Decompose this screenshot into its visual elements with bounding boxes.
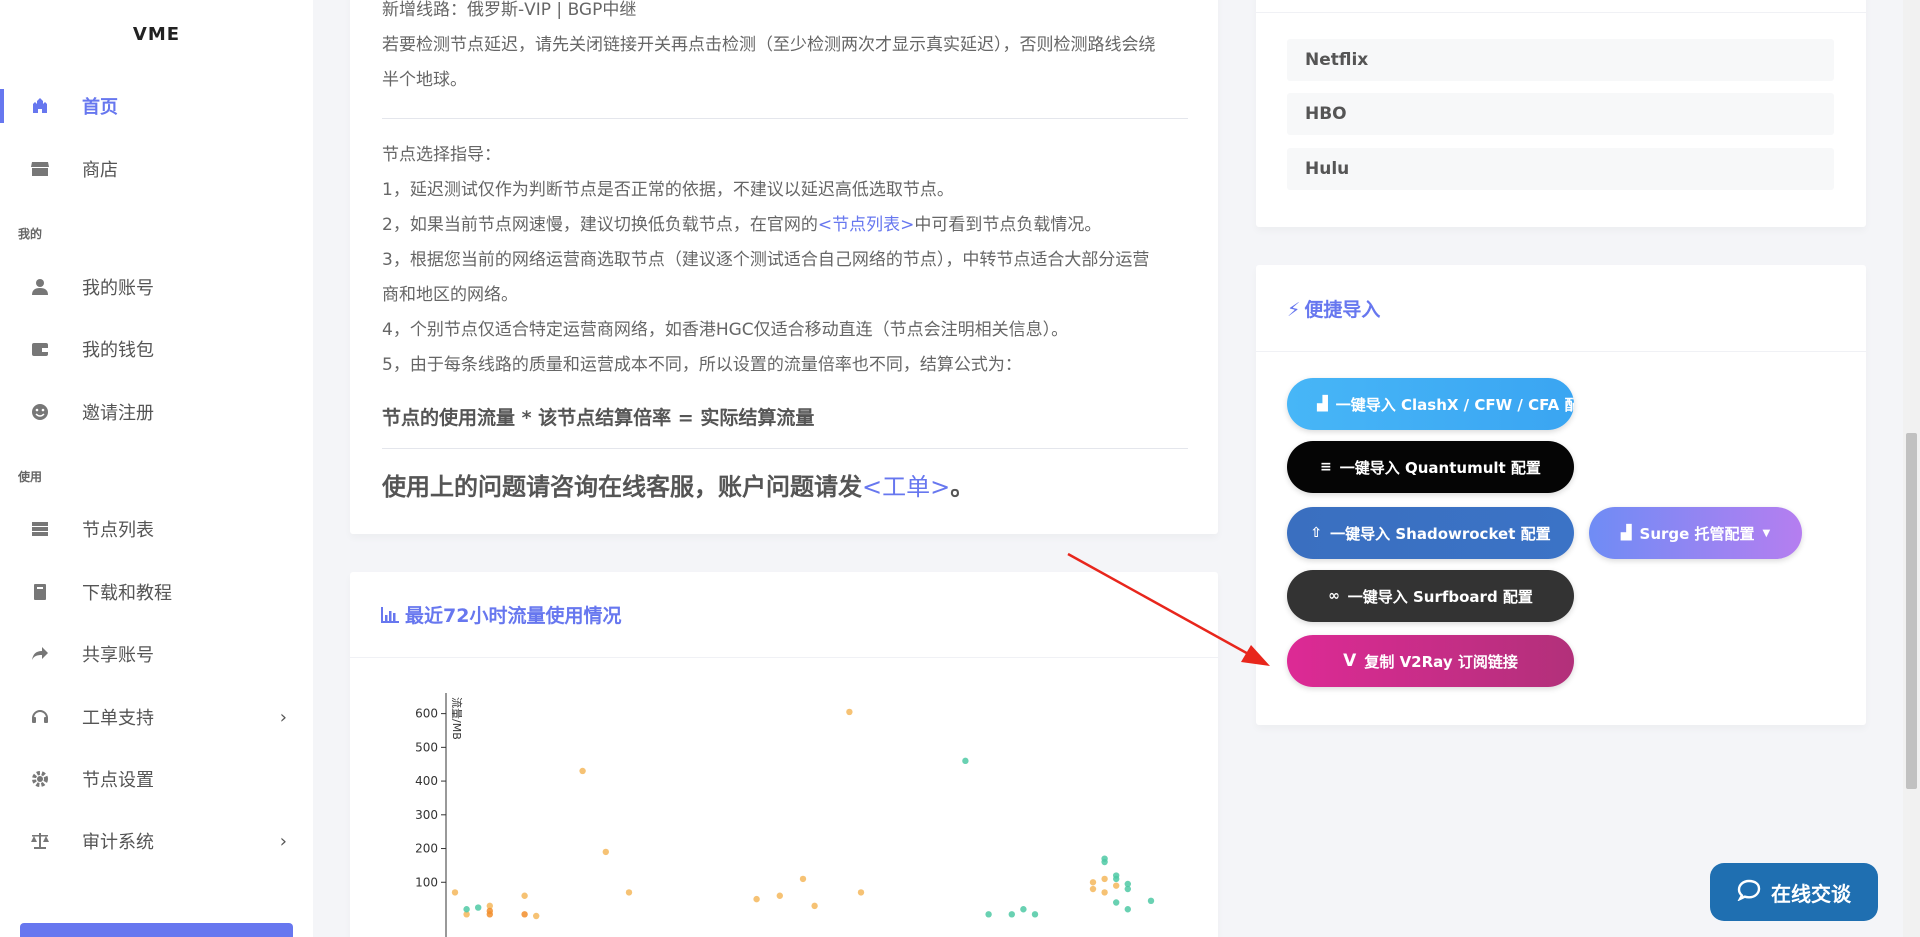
scrollbar-thumb[interactable]: [1906, 433, 1917, 789]
chat-bubble-icon: [1737, 879, 1761, 906]
chat-label: 在线交谈: [1771, 881, 1851, 906]
live-chat-button[interactable]: 在线交谈: [1710, 863, 1878, 921]
annotation-arrow: [1067, 552, 1270, 666]
